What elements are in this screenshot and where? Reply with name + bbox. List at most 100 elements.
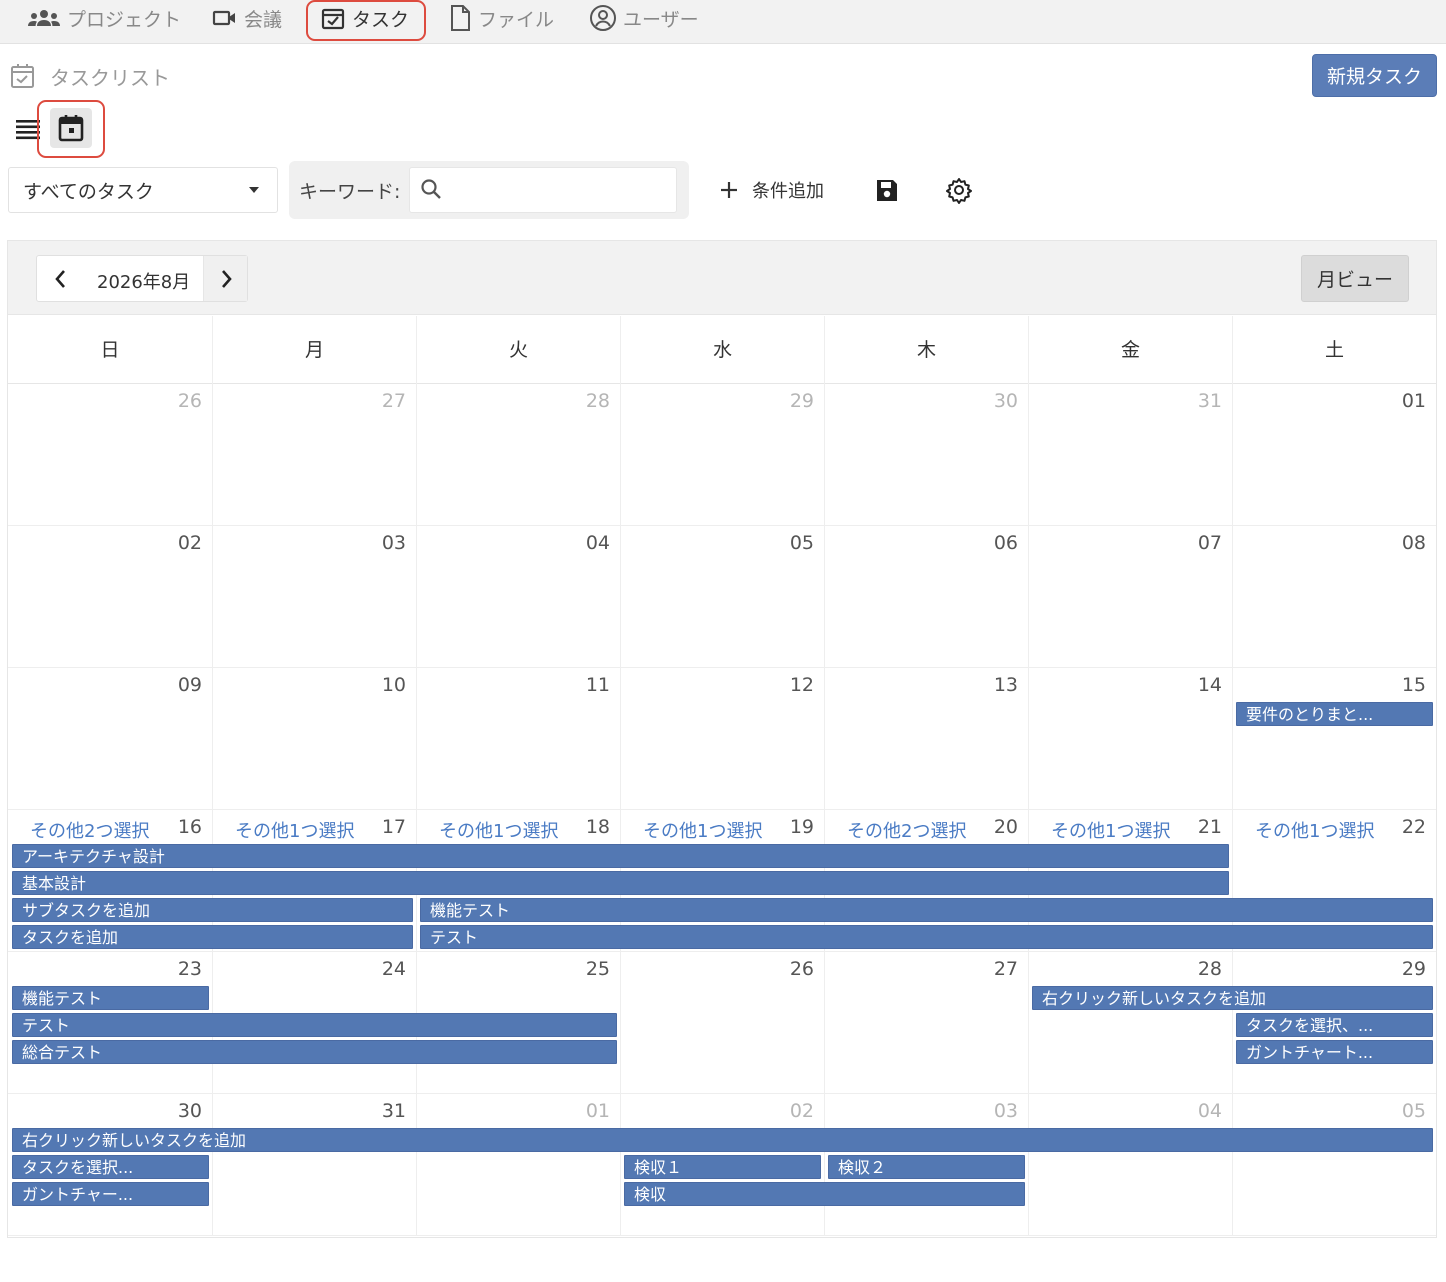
month-navigator: 2026年8月 — [36, 255, 248, 302]
top-nav: プロジェクト 会議 タスク ファイル ユーザー — [0, 0, 1446, 44]
day-cell[interactable]: 13 — [824, 668, 1028, 810]
day-cell[interactable]: 31 — [212, 1094, 416, 1236]
day-cell[interactable]: 27 — [212, 384, 416, 526]
day-number: 19 — [789, 816, 814, 838]
more-events-link[interactable]: その他2つ選択 — [30, 817, 149, 843]
add-condition-label: 条件追加 — [752, 181, 824, 202]
next-month-button[interactable] — [203, 256, 247, 301]
day-cell[interactable]: 27 — [824, 952, 1028, 1094]
day-cell[interactable]: 06 — [824, 526, 1028, 668]
day-cell[interactable]: 12 — [620, 668, 824, 810]
gear-icon[interactable] — [945, 176, 973, 204]
calendar-event[interactable]: 検収１ — [624, 1155, 821, 1179]
calendar-event[interactable]: 検収２ — [828, 1155, 1025, 1179]
calendar: 2026年8月 月ビュー 日月火水木金土 26 27 28 29 30 31 01 02 03 0… — [7, 240, 1437, 1238]
nav-task[interactable]: タスク — [320, 0, 409, 36]
week-row: 09 10 11 12 13 14 15 — [8, 668, 1436, 810]
day-cell[interactable]: 04 — [1028, 1094, 1232, 1236]
list-icon — [16, 120, 40, 140]
weekday-label: 水 — [620, 316, 824, 384]
calendar-event[interactable]: 検収 — [624, 1182, 1025, 1206]
day-number: 27 — [993, 958, 1018, 980]
day-number: 13 — [993, 674, 1018, 696]
day-number: 01 — [585, 1100, 610, 1122]
more-events-link[interactable]: その他1つ選択 — [1051, 817, 1170, 843]
calendar-toolbar: 2026年8月 月ビュー — [8, 241, 1436, 315]
day-cell[interactable]: 03 — [212, 526, 416, 668]
calendar-event[interactable]: タスクを追加 — [12, 925, 413, 949]
day-cell[interactable]: 28 — [416, 384, 620, 526]
nav-meeting[interactable]: 会議 — [212, 0, 282, 36]
calendar-event[interactable]: ガントチャー... — [12, 1182, 209, 1206]
calendar-event[interactable]: タスクを選択、... — [1236, 1013, 1433, 1037]
day-cell[interactable]: 05 — [620, 526, 824, 668]
file-icon — [451, 5, 470, 31]
calendar-event[interactable]: 総合テスト — [12, 1040, 617, 1064]
day-number: 05 — [789, 532, 814, 554]
chevron-right-icon — [221, 269, 232, 288]
save-icon[interactable] — [875, 177, 899, 203]
day-cell[interactable]: 31 — [1028, 384, 1232, 526]
day-cell[interactable]: 30 — [824, 384, 1028, 526]
nav-user-label: ユーザー — [623, 8, 699, 31]
day-cell[interactable]: 11 — [416, 668, 620, 810]
new-task-button[interactable]: 新規タスク — [1312, 54, 1437, 97]
keyword-input[interactable] — [409, 167, 677, 213]
day-number: 17 — [381, 816, 406, 838]
calendar-event[interactable]: 右クリック新しいタスクを追加 — [1032, 986, 1433, 1010]
day-cell[interactable]: 29 — [620, 384, 824, 526]
keyword-group: キーワード: — [289, 161, 689, 219]
calendar-event[interactable]: 機能テスト — [12, 986, 209, 1010]
calendar-event[interactable]: テスト — [12, 1013, 617, 1037]
month-view-button[interactable]: 月ビュー — [1301, 255, 1409, 302]
day-cell[interactable]: 05 — [1232, 1094, 1436, 1236]
calendar-event[interactable]: タスクを選択... — [12, 1155, 209, 1179]
nav-file[interactable]: ファイル — [448, 0, 554, 36]
more-events-link[interactable]: その他1つ選択 — [1255, 817, 1374, 843]
day-cell[interactable]: 01 — [416, 1094, 620, 1236]
day-cell[interactable]: 14 — [1028, 668, 1232, 810]
calendar-event[interactable]: 基本設計 — [12, 871, 1229, 895]
day-number: 26 — [177, 390, 202, 412]
list-view-toggle[interactable] — [15, 116, 41, 142]
calendar-event[interactable]: アーキテクチャ設計 — [12, 844, 1229, 868]
more-events-link[interactable]: その他2つ選択 — [847, 817, 966, 843]
day-cell[interactable]: 04 — [416, 526, 620, 668]
day-cell[interactable]: 26 — [620, 952, 824, 1094]
day-cell[interactable]: 01 — [1232, 384, 1436, 526]
day-number: 27 — [381, 390, 406, 412]
caret-down-icon — [249, 187, 259, 193]
nav-project[interactable]: プロジェクト — [27, 0, 181, 36]
day-cell[interactable]: 28 — [1028, 952, 1232, 1094]
day-cell[interactable]: 07 — [1028, 526, 1232, 668]
calendar-event[interactable]: 要件のとりまと... — [1236, 702, 1433, 726]
video-camera-icon — [212, 10, 235, 26]
task-filter-select[interactable]: すべてのタスク — [8, 167, 278, 213]
calendar-event[interactable]: 機能テスト — [420, 898, 1433, 922]
calendar-view-toggle[interactable] — [50, 108, 92, 148]
day-number: 03 — [993, 1100, 1018, 1122]
more-events-link[interactable]: その他1つ選択 — [439, 817, 558, 843]
nav-user[interactable]: ユーザー — [589, 0, 699, 36]
more-events-link[interactable]: その他1つ選択 — [643, 817, 762, 843]
day-cell[interactable]: 26 — [8, 384, 212, 526]
prev-month-button[interactable] — [37, 256, 85, 301]
more-events-link[interactable]: その他1つ選択 — [235, 817, 354, 843]
day-cell[interactable]: 08 — [1232, 526, 1436, 668]
day-cell[interactable]: 15 — [1232, 668, 1436, 810]
weekday-label: 木 — [824, 316, 1028, 384]
current-month: 2026年8月 — [97, 272, 191, 293]
calendar-event[interactable]: ガントチャート... — [1236, 1040, 1433, 1064]
nav-meeting-label: 会議 — [244, 8, 283, 31]
day-cell[interactable]: 10 — [212, 668, 416, 810]
day-cell[interactable]: 09 — [8, 668, 212, 810]
day-number: 29 — [1401, 958, 1426, 980]
calendar-event[interactable]: テスト — [420, 925, 1433, 949]
add-condition-button[interactable]: 条件追加 — [718, 174, 824, 206]
day-cell[interactable]: 02 — [8, 526, 212, 668]
calendar-event[interactable]: サブタスクを追加 — [12, 898, 413, 922]
day-number: 08 — [1401, 532, 1426, 554]
day-number: 02 — [789, 1100, 814, 1122]
calendar-event[interactable]: 右クリック新しいタスクを追加 — [12, 1128, 1433, 1152]
day-number: 20 — [993, 816, 1018, 838]
